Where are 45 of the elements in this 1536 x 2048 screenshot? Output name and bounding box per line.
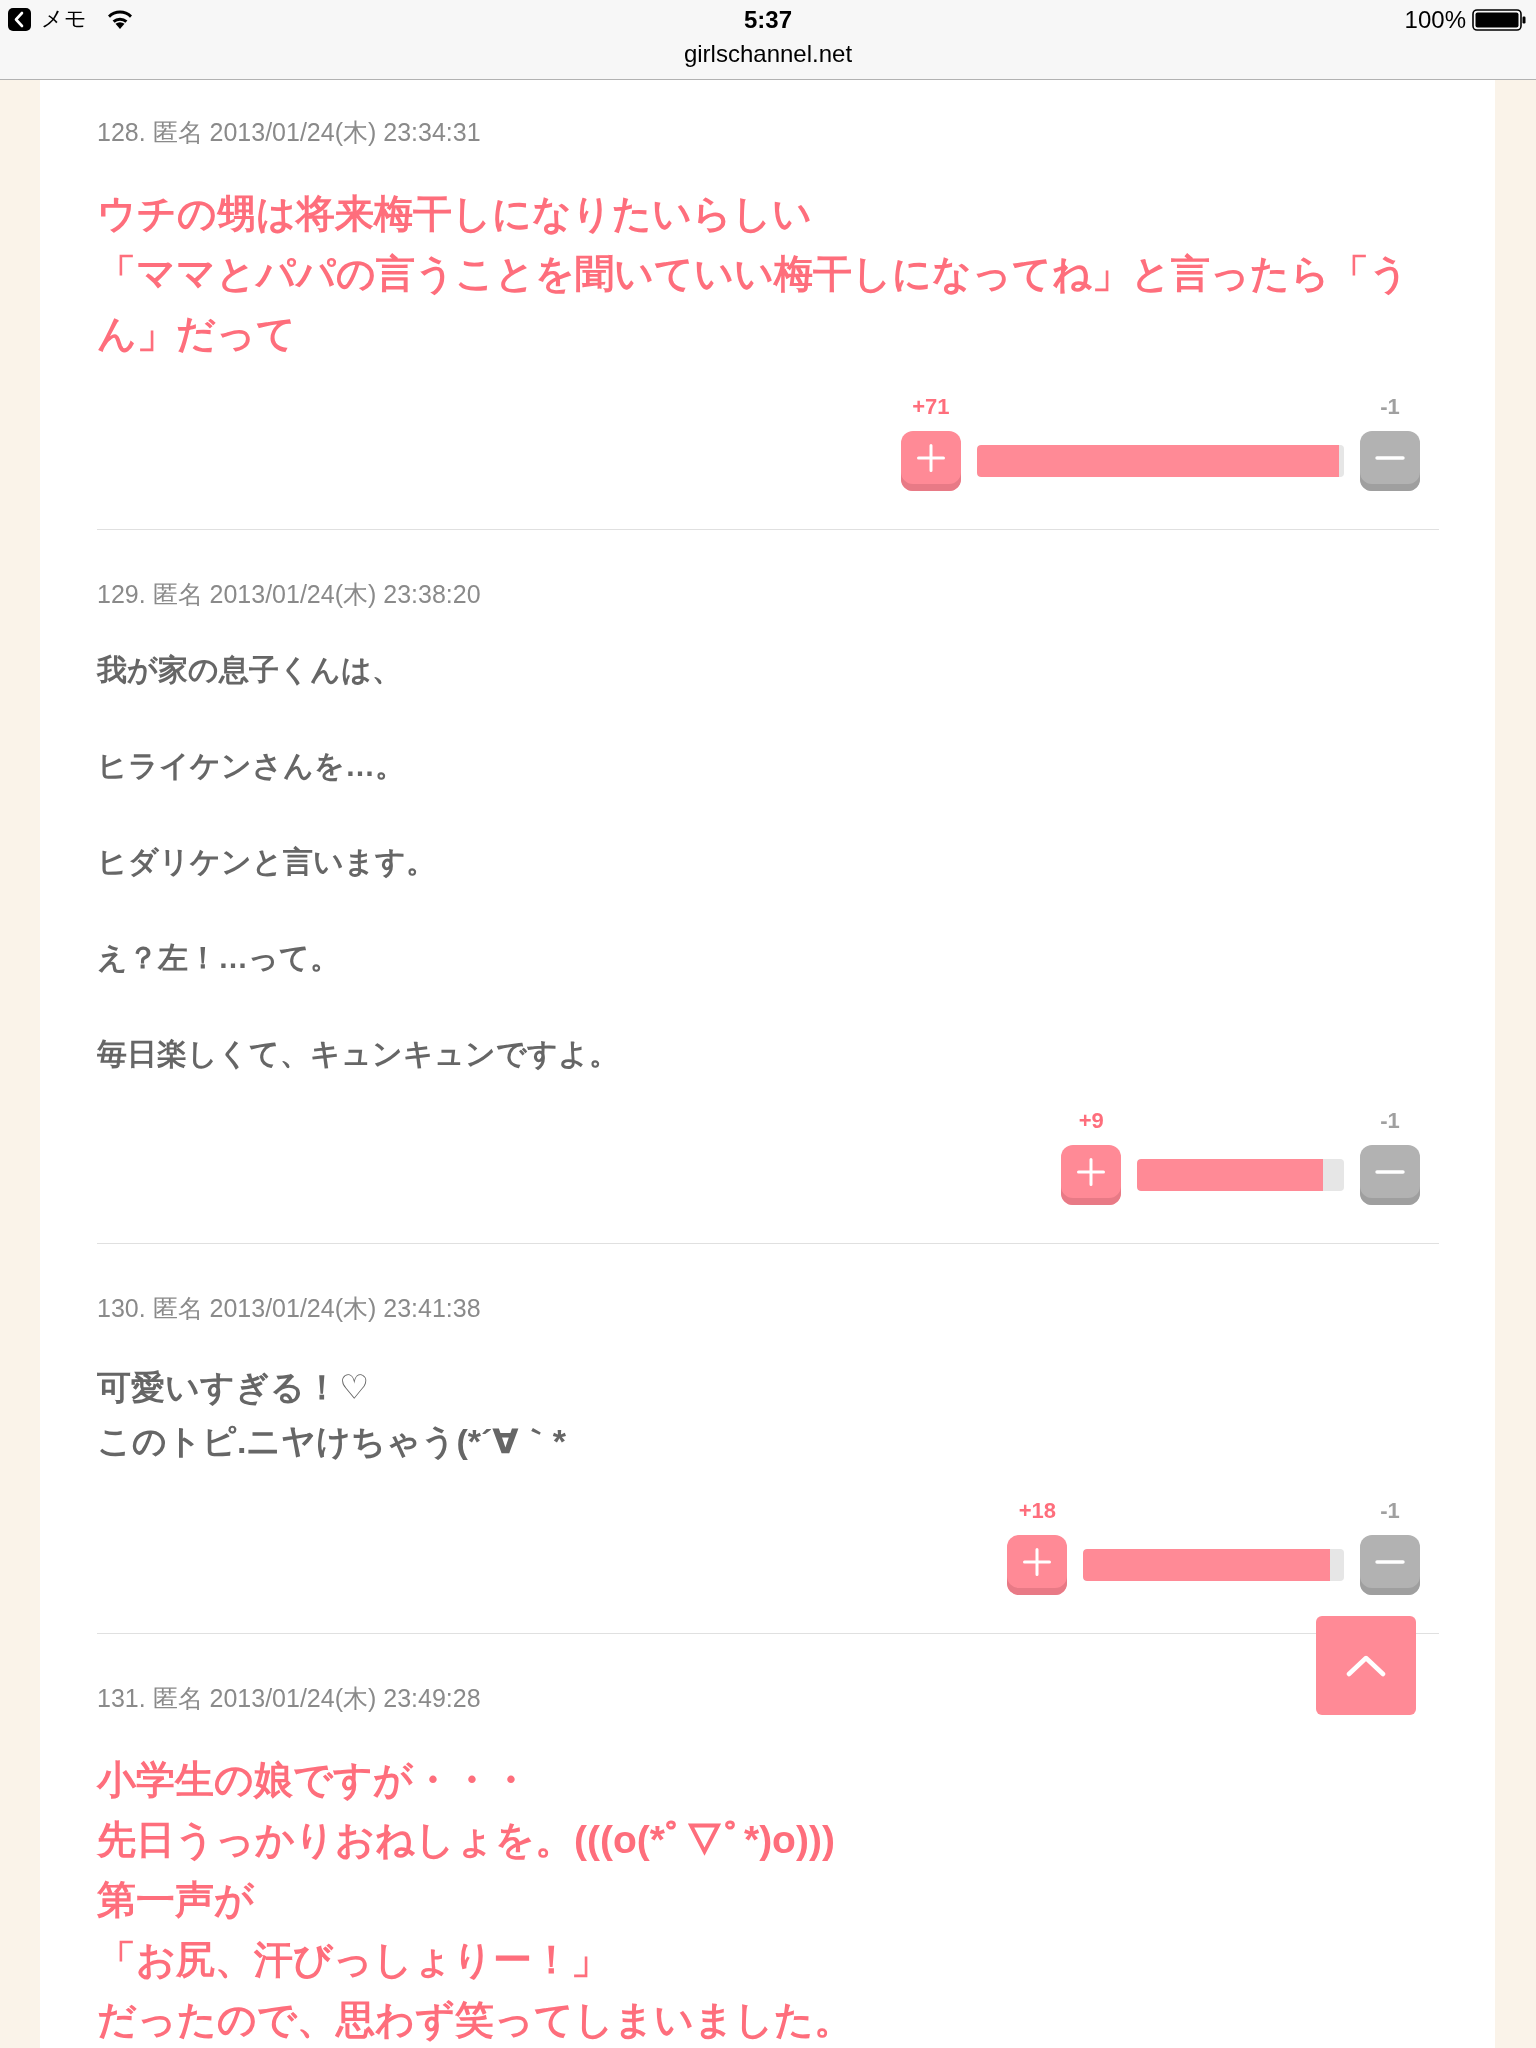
url-address[interactable]: girlschannel.net [683, 40, 853, 68]
minus-icon [1375, 1559, 1405, 1564]
plus-icon [916, 443, 945, 472]
minus-icon [1375, 1169, 1405, 1174]
comment-text: 「ママとパパの言うことを聞いていい梅干しになってね」と言ったら「うん」だって [97, 251, 1410, 357]
comment-text: 小学生の娘ですが・・・ [97, 1757, 531, 1803]
comment-text: 第一声が [97, 1877, 256, 1923]
comment-header: 130. 匿名 2013/01/24(木) 23:41:38 [97, 1293, 482, 1323]
minus-count: -1 [1380, 1108, 1400, 1134]
clock-time: 5:37 [743, 6, 792, 34]
comment-text: 我が家の息子くんは、 [97, 652, 403, 688]
plus-count: +18 [1018, 1498, 1057, 1524]
comment-text: ウチの甥は将来梅干しになりたいらしい [97, 191, 813, 237]
plus-vote-button[interactable] [1007, 1535, 1068, 1595]
plus-icon [1023, 1547, 1052, 1576]
minus-vote-button[interactable] [1360, 431, 1420, 491]
scroll-top-button[interactable] [1316, 1616, 1416, 1715]
battery-percentage: 100% [1404, 6, 1466, 34]
wifi-icon [105, 8, 135, 30]
comment-text: え？左！…って。 [97, 940, 341, 976]
plus-vote-button[interactable] [900, 431, 961, 491]
comment-header: 128. 匿名 2013/01/24(木) 23:34:31 [97, 117, 482, 147]
comment-header: 129. 匿名 2013/01/24(木) 23:38:20 [97, 579, 482, 609]
minus-vote-button[interactable] [1360, 1145, 1420, 1205]
comment-header: 131. 匿名 2013/01/24(木) 23:49:28 [97, 1683, 482, 1713]
comment-text: 「お尻、汗びっしょりー！」 [97, 1937, 611, 1983]
comment-text: 可愛いすぎる！♡ [97, 1367, 371, 1408]
plus-count: +9 [1078, 1108, 1104, 1134]
plus-count: +71 [912, 394, 950, 420]
comment-text: ヒダリケンと言います。 [97, 844, 437, 880]
minus-count: -1 [1380, 1498, 1400, 1524]
comment-text: ヒライケンさんを…。 [97, 748, 406, 784]
minus-vote-button[interactable] [1360, 1535, 1420, 1595]
comment-text: だったので、思わず笑ってしまいました。 [97, 1997, 854, 2044]
chevron-up-icon [1346, 1654, 1386, 1677]
chevron-left-icon[interactable] [8, 7, 31, 31]
back-app-label[interactable]: メモ [41, 6, 87, 32]
minus-icon [1375, 455, 1405, 460]
comment-text: このトピ.ニヤけちゃう(*´∀｀* [97, 1421, 567, 1462]
comment-text: 毎日楽しくて、キュンキュンですよ。 [97, 1036, 620, 1072]
plus-vote-button[interactable] [1061, 1145, 1122, 1205]
minus-count: -1 [1380, 394, 1400, 420]
plus-icon [1077, 1157, 1106, 1186]
battery-icon [1472, 9, 1526, 31]
comment-text: 先日うっかりおねしょを。(((o(*ﾟ▽ﾟ*)o))) [97, 1817, 836, 1863]
